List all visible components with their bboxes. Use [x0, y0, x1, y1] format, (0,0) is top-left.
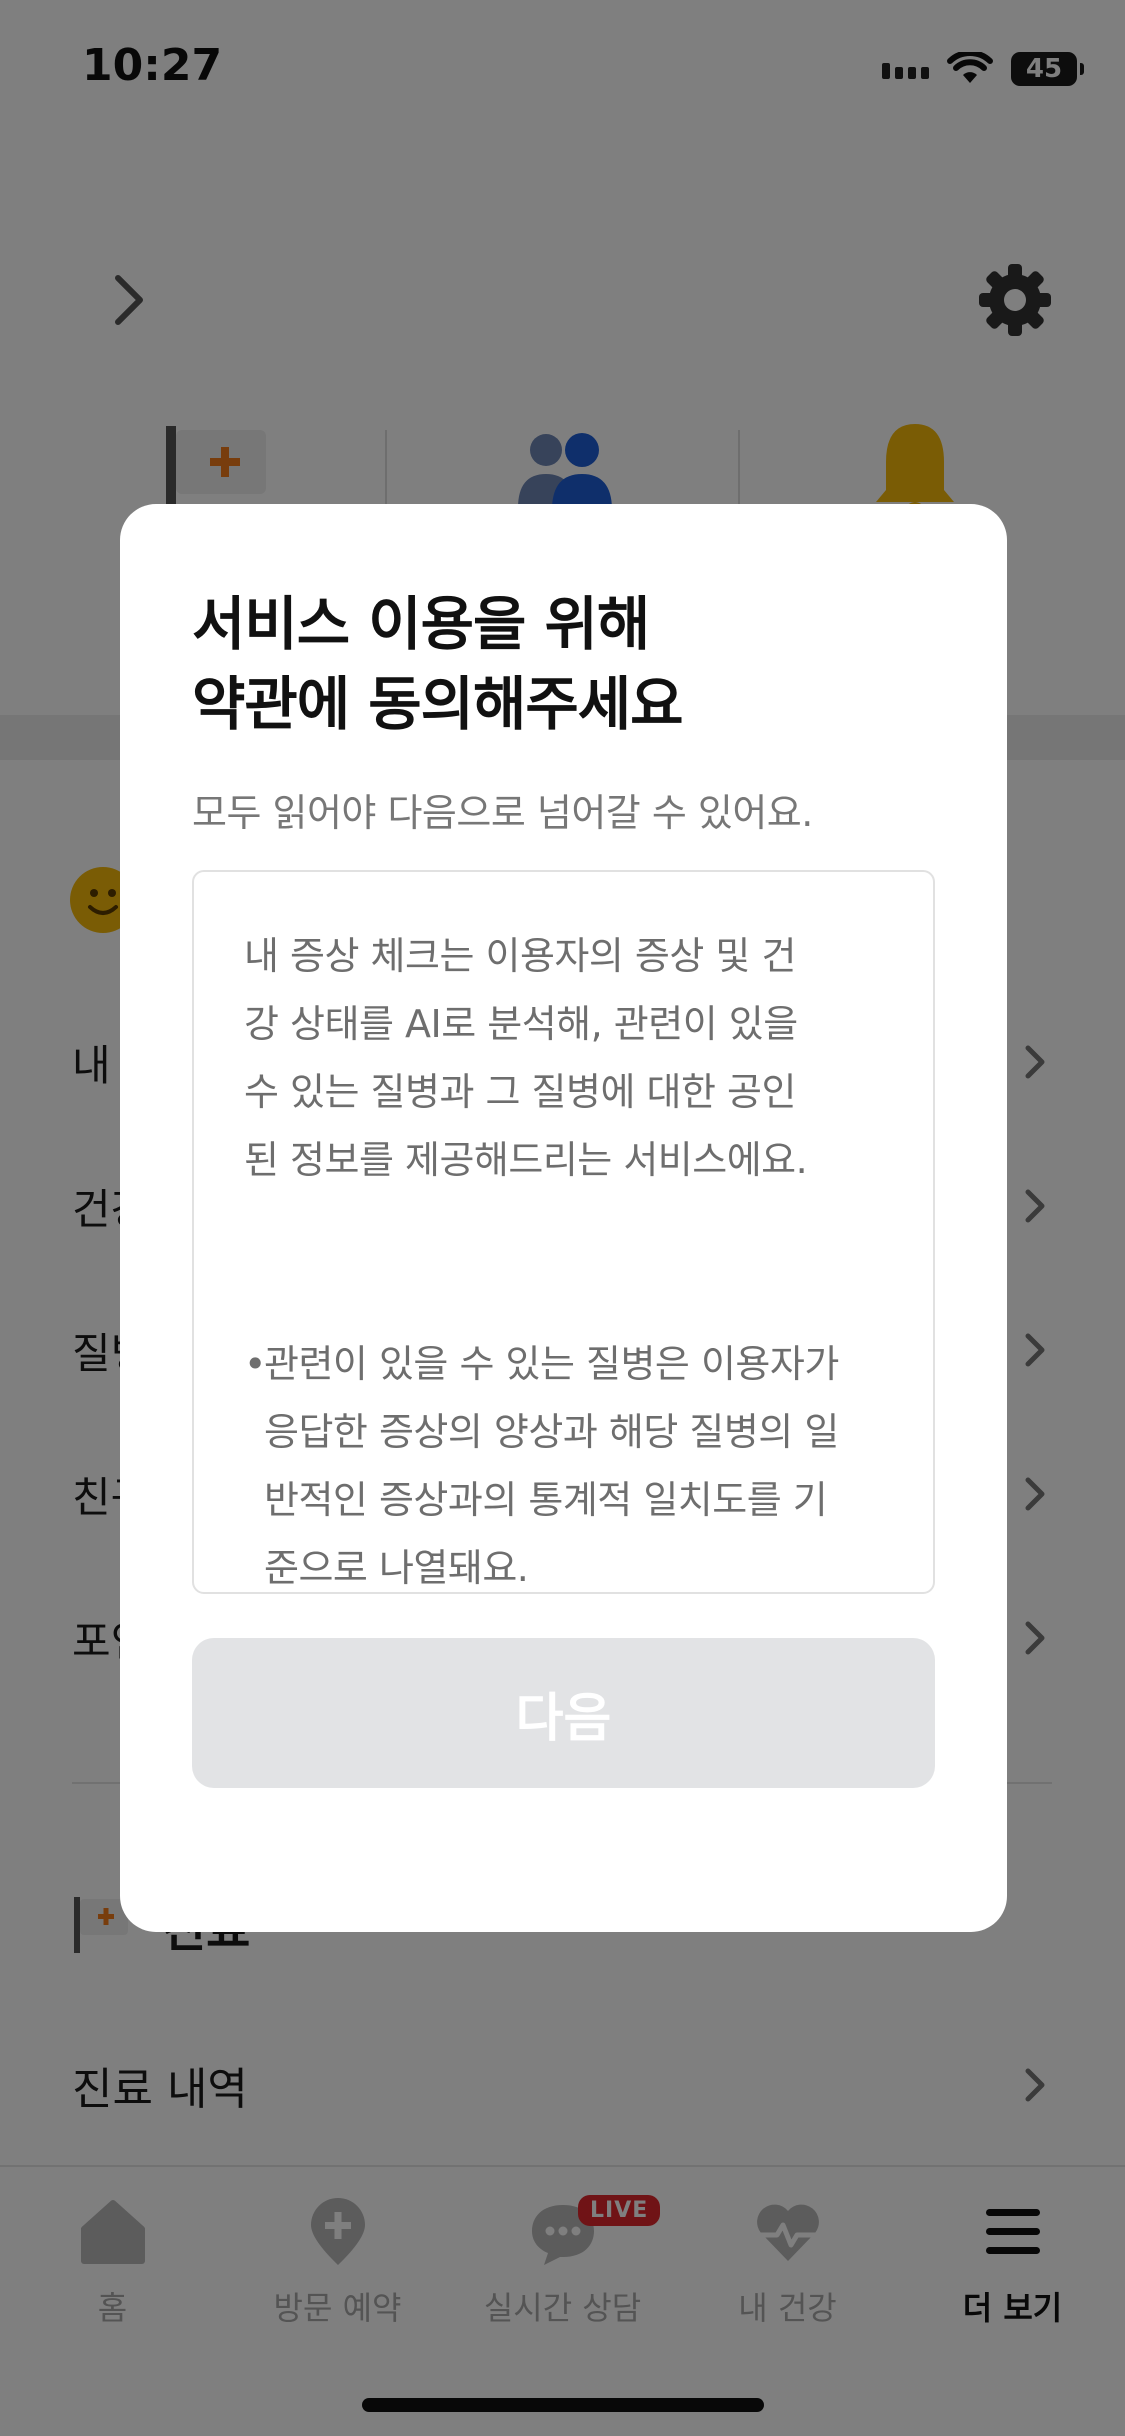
modal-title: 서비스 이용을 위해 약관에 동의해주세요: [192, 584, 683, 744]
terms-text: 강 상태를 AI로 분석해, 관련이 있을: [244, 1002, 798, 1046]
terms-text: 수 있는 질병과 그 질병에 대한 공인: [244, 1070, 796, 1114]
terms-content-box[interactable]: 내 증상 체크는 이용자의 증상 및 건 강 상태를 AI로 분석해, 관련이 …: [192, 870, 935, 1594]
modal-title-line: 서비스 이용을 위해: [192, 590, 650, 658]
bullet-icon: •: [244, 1342, 266, 1386]
terms-modal: 서비스 이용을 위해 약관에 동의해주세요 모두 읽어야 다음으로 넘어갈 수 …: [120, 504, 1007, 1932]
modal-subtitle: 모두 읽어야 다음으로 넘어갈 수 있어요.: [192, 791, 813, 835]
modal-title-line: 약관에 동의해주세요: [192, 670, 683, 739]
terms-text: 내 증상 체크는 이용자의 증상 및 건: [244, 934, 796, 978]
terms-text: 준으로 나열돼요.: [264, 1546, 529, 1590]
terms-text: 반적인 증상과의 통계적 일치도를 기: [264, 1478, 828, 1522]
terms-text: 응답한 증상의 양상과 해당 질병의 일: [264, 1410, 839, 1454]
terms-bullet: • 관련이 있을 수 있는 질병은 이용자가 응답한 증상의 양상과 해당 질병…: [244, 1330, 903, 1602]
terms-text: 된 정보를 제공해드리는 서비스에요.: [244, 1138, 808, 1182]
terms-text: 관련이 있을 수 있는 질병은 이용자가: [264, 1342, 839, 1386]
next-button[interactable]: 다음: [192, 1638, 935, 1788]
